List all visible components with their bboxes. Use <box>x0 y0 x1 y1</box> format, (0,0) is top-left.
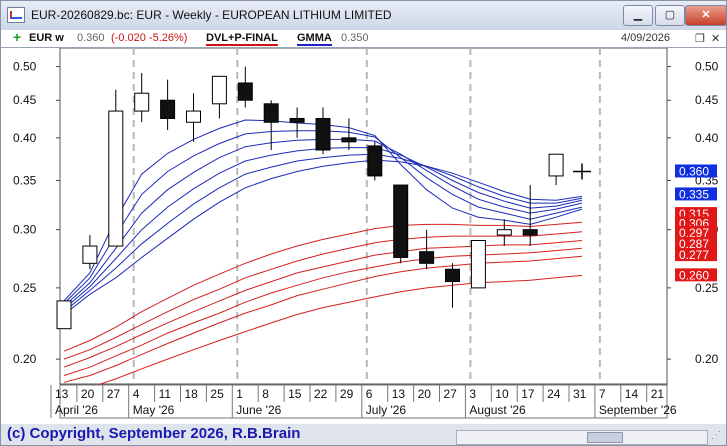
gmma-value: 0.350 <box>341 32 369 44</box>
copyright-text: (c) Copyright, September 2026, R.B.Brain <box>7 425 301 442</box>
candle-down <box>237 82 253 101</box>
window-title: EUR-20260829.bc: EUR - Weekly - EUROPEAN… <box>31 8 392 22</box>
price-change: (-0.020 -5.26%) <box>111 32 188 44</box>
y-tick-label-right: 0.20 <box>695 352 719 366</box>
chart-app-icon <box>7 7 25 23</box>
x-day-label: 24 <box>547 387 561 401</box>
candle-down <box>419 251 435 264</box>
x-day-label: 27 <box>444 387 458 401</box>
candle-down <box>341 137 357 143</box>
candle-up <box>108 110 124 247</box>
candle-up <box>548 153 564 177</box>
x-day-label: 22 <box>314 387 328 401</box>
price-chart[interactable]: 0.500.500.450.450.400.400.350.350.300.30… <box>1 48 726 424</box>
x-day-label: 20 <box>418 387 432 401</box>
candle-down <box>393 184 409 258</box>
candle-up <box>496 229 512 236</box>
price-tag-blue-text: 0.360 <box>679 164 709 178</box>
scrollbar-thumb[interactable] <box>587 432 623 443</box>
candle-down <box>367 145 383 177</box>
candle-up <box>186 110 201 123</box>
x-month-label: September '26 <box>599 403 677 417</box>
current-date: 4/09/2026 <box>621 32 670 44</box>
x-month-label: July '26 <box>366 403 407 417</box>
y-tick-label-right: 0.25 <box>695 281 719 295</box>
plot-area <box>59 48 668 385</box>
resize-grip-icon[interactable]: ⋰ <box>711 430 723 442</box>
x-day-label: 1 <box>236 387 243 401</box>
y-tick-label-left: 0.40 <box>13 131 37 145</box>
x-day-label: 25 <box>210 387 224 401</box>
candle-up <box>82 245 98 264</box>
y-tick-label-right: 0.40 <box>695 131 719 145</box>
x-day-label: 31 <box>573 387 587 401</box>
x-day-label: 8 <box>262 387 269 401</box>
candle-down <box>522 229 538 236</box>
x-day-label: 29 <box>340 387 354 401</box>
close-pane-icon[interactable]: ✕ <box>711 32 720 45</box>
title-bar[interactable]: EUR-20260829.bc: EUR - Weekly - EUROPEAN… <box>1 1 727 30</box>
x-day-label: 11 <box>159 387 172 401</box>
indicator-dvl-label[interactable]: DVL+P-FINAL <box>206 32 278 46</box>
x-month-label: June '26 <box>236 403 281 417</box>
symbol-label[interactable]: EUR w <box>29 32 64 44</box>
x-month-label: April '26 <box>55 403 98 417</box>
x-day-label: 18 <box>185 387 199 401</box>
x-month-label: August '26 <box>469 403 526 417</box>
x-day-label: 27 <box>107 387 121 401</box>
candle-up <box>56 300 72 330</box>
maximize-button[interactable]: ▢ <box>655 5 685 26</box>
candle-up <box>211 75 227 105</box>
restore-pane-icon[interactable]: ❐ <box>695 32 705 45</box>
y-tick-label-left: 0.25 <box>13 281 37 295</box>
candle-up <box>470 239 486 289</box>
y-tick-label-right: 0.50 <box>695 60 719 74</box>
x-day-label: 14 <box>625 387 639 401</box>
x-day-label: 21 <box>651 387 665 401</box>
candle-down <box>289 117 305 123</box>
y-tick-label-left: 0.30 <box>13 223 37 237</box>
price-tag-blue-text: 0.335 <box>679 187 709 201</box>
y-tick-label-left: 0.45 <box>13 93 37 107</box>
x-day-label: 13 <box>55 387 69 401</box>
x-day-label: 7 <box>599 387 606 401</box>
y-tick-label-right: 0.45 <box>695 93 719 107</box>
y-tick-label-left: 0.20 <box>13 352 37 366</box>
x-day-label: 13 <box>392 387 406 401</box>
candle-down <box>160 99 176 119</box>
x-day-label: 6 <box>366 387 373 401</box>
info-bar: + EUR w 0.360 (-0.020 -5.26%) DVL+P-FINA… <box>1 29 726 48</box>
x-month-label: May '26 <box>133 403 175 417</box>
x-day-label: 20 <box>81 387 95 401</box>
close-button[interactable]: ✕ <box>685 5 727 26</box>
last-price: 0.360 <box>77 32 105 44</box>
x-day-label: 17 <box>521 387 535 401</box>
candle-down <box>263 103 279 123</box>
indicator-gmma-label[interactable]: GMMA <box>297 32 332 46</box>
price-tag-red-text: 0.260 <box>679 268 709 282</box>
status-footer: (c) Copyright, September 2026, R.B.Brain… <box>1 424 726 445</box>
chart-window: EUR-20260829.bc: EUR - Weekly - EUROPEAN… <box>0 0 727 446</box>
horizontal-scrollbar[interactable] <box>456 430 708 445</box>
add-icon[interactable]: + <box>13 29 21 45</box>
x-day-label: 10 <box>495 387 509 401</box>
y-tick-label-left: 0.50 <box>13 60 37 74</box>
x-day-label: 15 <box>288 387 302 401</box>
candle-down <box>315 117 331 151</box>
x-day-label: 3 <box>469 387 476 401</box>
minimize-button[interactable]: ▁ <box>623 5 653 26</box>
candle-up <box>134 92 150 112</box>
x-day-label: 4 <box>133 387 140 401</box>
candle-down <box>445 268 460 283</box>
price-tag-red-text: 0.277 <box>679 248 709 262</box>
y-tick-label-left: 0.35 <box>13 173 37 187</box>
